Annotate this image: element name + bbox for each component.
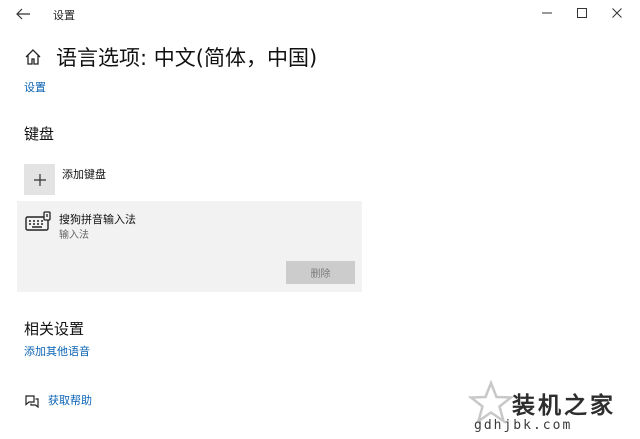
close-icon (612, 8, 622, 18)
settings-breadcrumb-link[interactable]: 设置 (24, 79, 46, 95)
minimize-button[interactable] (534, 4, 560, 22)
ime-type: 输入法 (59, 230, 89, 241)
home-button[interactable] (24, 48, 42, 66)
close-button[interactable] (604, 4, 630, 22)
add-keyboard-button[interactable]: 添加键盘 (24, 164, 106, 195)
plus-icon (33, 173, 46, 186)
add-keyboard-box[interactable] (24, 164, 55, 195)
home-icon (25, 49, 41, 65)
keyboard-icon (25, 211, 51, 233)
arrow-left-icon (16, 8, 30, 20)
minimize-icon (542, 12, 552, 14)
window-title: 设置 (53, 9, 75, 22)
title-bar: 设置 (0, 0, 640, 28)
ime-list-item[interactable]: 搜狗拼音输入法 输入法 删除 (17, 201, 362, 292)
page-title: 语言选项: 中文(简体，中国) (56, 46, 318, 70)
get-help-label: 获取帮助 (48, 394, 92, 407)
watermark-text: 装机之家 (512, 393, 616, 419)
back-button[interactable] (14, 6, 32, 22)
maximize-icon (577, 8, 587, 18)
maximize-button[interactable] (569, 4, 595, 22)
add-other-language-link[interactable]: 添加其他语音 (24, 343, 90, 359)
watermark-url: gdhjbk.com (474, 418, 573, 433)
watermark: 装机之家 gdhjbk.com (468, 378, 638, 438)
add-keyboard-label: 添加键盘 (62, 168, 106, 181)
keyboard-section-title: 键盘 (24, 125, 55, 143)
get-help-link[interactable]: 获取帮助 (24, 392, 92, 409)
related-settings-title: 相关设置 (24, 320, 85, 338)
chat-help-icon (24, 393, 40, 409)
page-header: 语言选项: 中文(简体，中国) (24, 42, 317, 72)
remove-button[interactable]: 删除 (286, 261, 355, 284)
ime-name: 搜狗拼音输入法 (59, 213, 136, 226)
